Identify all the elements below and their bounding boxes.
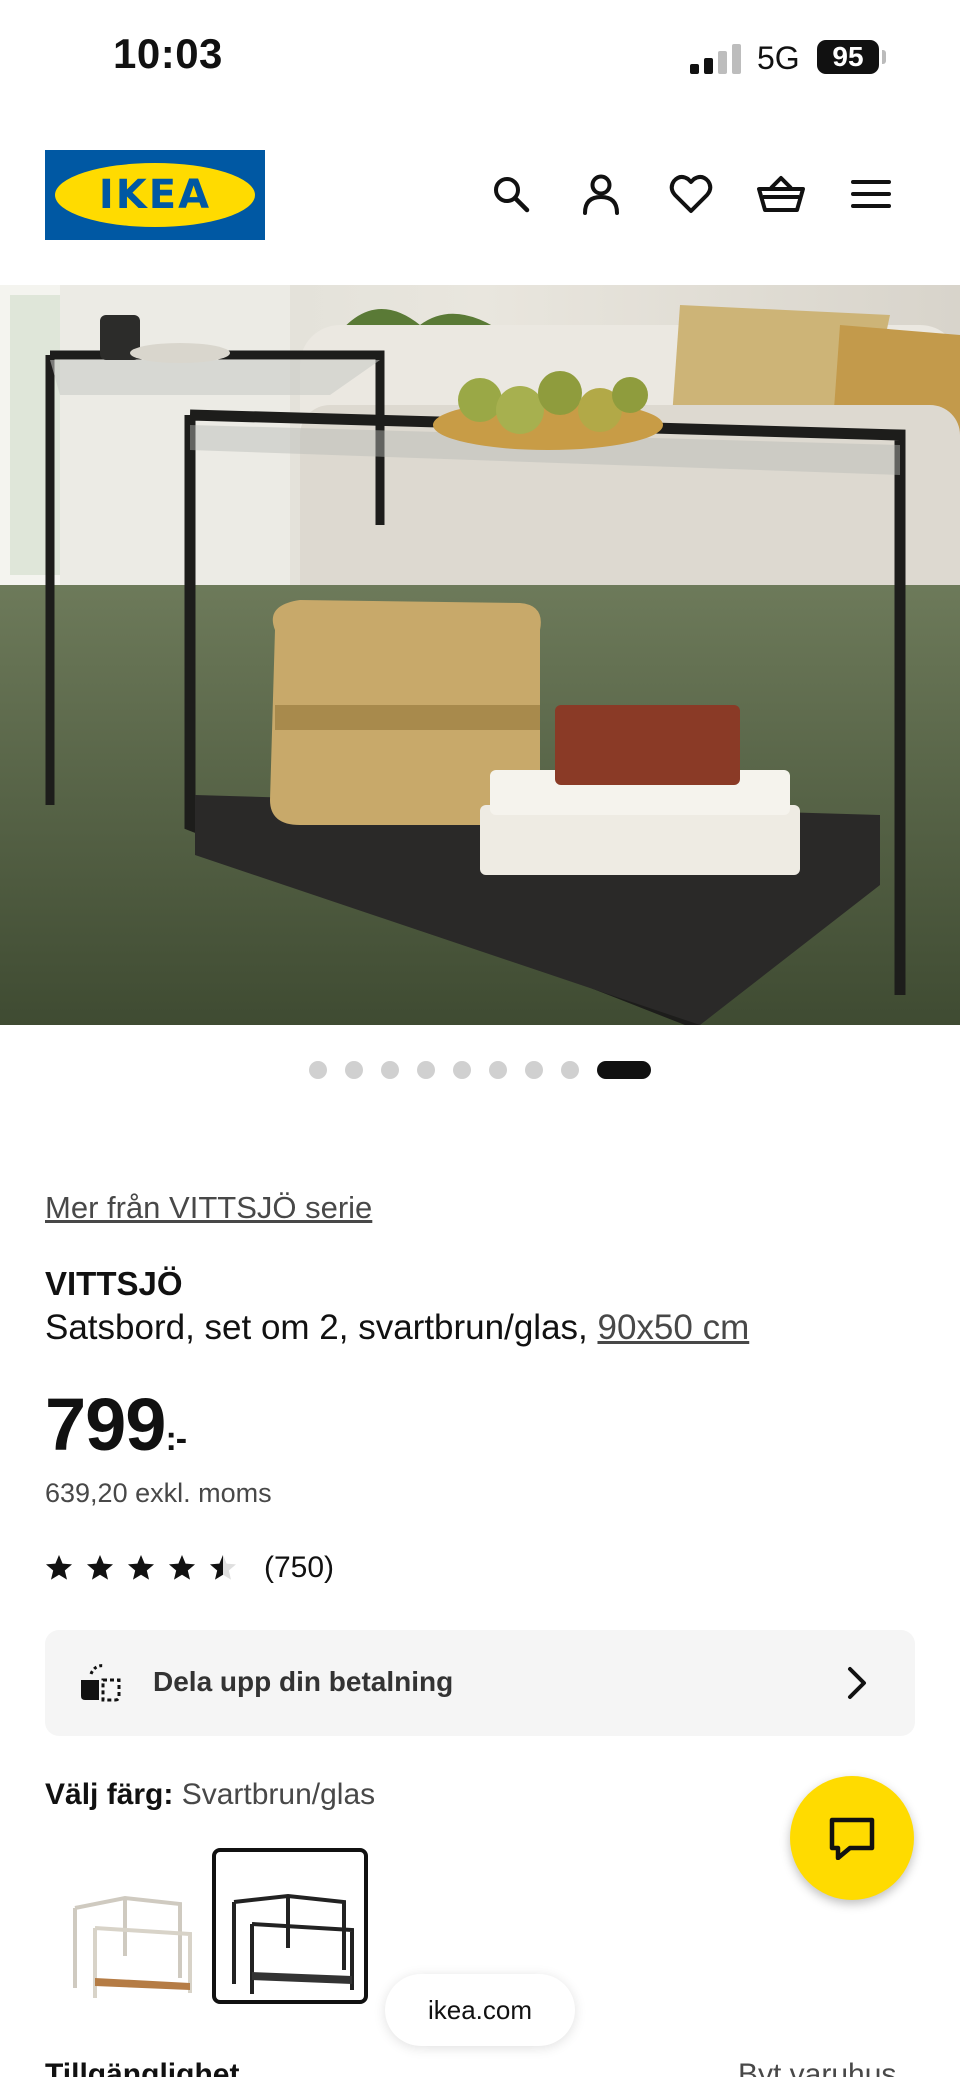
price-excl-vat: 639,20 exkl. moms — [45, 1478, 272, 1508]
star-icon — [46, 1555, 72, 1580]
change-store-link[interactable]: Byt varuhus — [738, 2058, 896, 2077]
product-rating[interactable]: (750) — [45, 1548, 334, 1588]
menu-icon[interactable] — [845, 168, 897, 220]
product-image[interactable] — [0, 285, 960, 1025]
rating-count: (750) — [264, 1551, 335, 1584]
chat-button[interactable] — [790, 1776, 914, 1900]
star-icon — [87, 1555, 113, 1580]
split-payment-icon — [81, 1664, 121, 1702]
basket-icon[interactable] — [755, 168, 807, 220]
split-payment-button[interactable]: Dela upp din betalning — [45, 1630, 915, 1736]
product-name: VITTSJÖ — [45, 1265, 183, 1302]
star-icon — [128, 1555, 154, 1580]
star-icon — [210, 1555, 236, 1580]
color-swatch-white[interactable] — [55, 1848, 211, 2004]
series-link[interactable]: Mer från VITTSJÖ serie — [45, 1190, 372, 1226]
carousel-dot[interactable] — [345, 1061, 363, 1079]
carousel-dot[interactable] — [309, 1061, 327, 1079]
carousel-dot[interactable] — [597, 1061, 651, 1079]
status-time: 10:03 — [113, 30, 223, 77]
search-icon[interactable] — [485, 168, 537, 220]
account-icon[interactable] — [575, 168, 627, 220]
battery-tip — [882, 50, 886, 64]
carousel-dot[interactable] — [525, 1061, 543, 1079]
carousel-dot[interactable] — [453, 1061, 471, 1079]
size-link[interactable]: 90x50 cm — [597, 1308, 749, 1347]
network-type: 5G — [757, 40, 800, 76]
selected-color: Svartbrun/glas — [181, 1778, 376, 1811]
site-header: IKEA — [0, 148, 960, 243]
carousel-dot[interactable] — [489, 1061, 507, 1079]
ikea-logo[interactable]: IKEA — [45, 150, 265, 240]
carousel-dot[interactable] — [561, 1061, 579, 1079]
color-swatch-black[interactable] — [212, 1848, 368, 2004]
carousel-indicator[interactable] — [0, 1060, 960, 1080]
product-description-text: Satsbord, set om 2, svartbrun/glas, — [45, 1308, 598, 1347]
product-description: Satsbord, set om 2, svartbrun/glas, 90x5… — [45, 1308, 749, 1348]
heart-icon[interactable] — [665, 168, 717, 220]
carousel-dot[interactable] — [417, 1061, 435, 1079]
signal-icon — [690, 44, 741, 74]
battery-icon: 95 — [817, 40, 879, 74]
color-label-prefix: Välj färg: — [45, 1778, 174, 1811]
status-bar: 10:03 5G 95 — [0, 0, 960, 115]
color-picker-label: Välj färg: Svartbrun/glas — [45, 1778, 375, 1812]
price-suffix: :- — [165, 1420, 187, 1458]
price-value: 799 — [45, 1383, 166, 1466]
carousel-dot[interactable] — [381, 1061, 399, 1079]
split-payment-label: Dela upp din betalning — [153, 1666, 454, 1697]
availability-heading: Tillgänglighet — [45, 2058, 240, 2077]
logo-text: IKEA — [98, 172, 212, 218]
browser-url-bar[interactable]: ikea.com — [385, 1974, 575, 2046]
chat-icon — [829, 1817, 875, 1860]
chevron-right-icon — [848, 1667, 866, 1699]
star-icon — [169, 1555, 195, 1580]
product-price: 799:- — [45, 1382, 187, 1467]
